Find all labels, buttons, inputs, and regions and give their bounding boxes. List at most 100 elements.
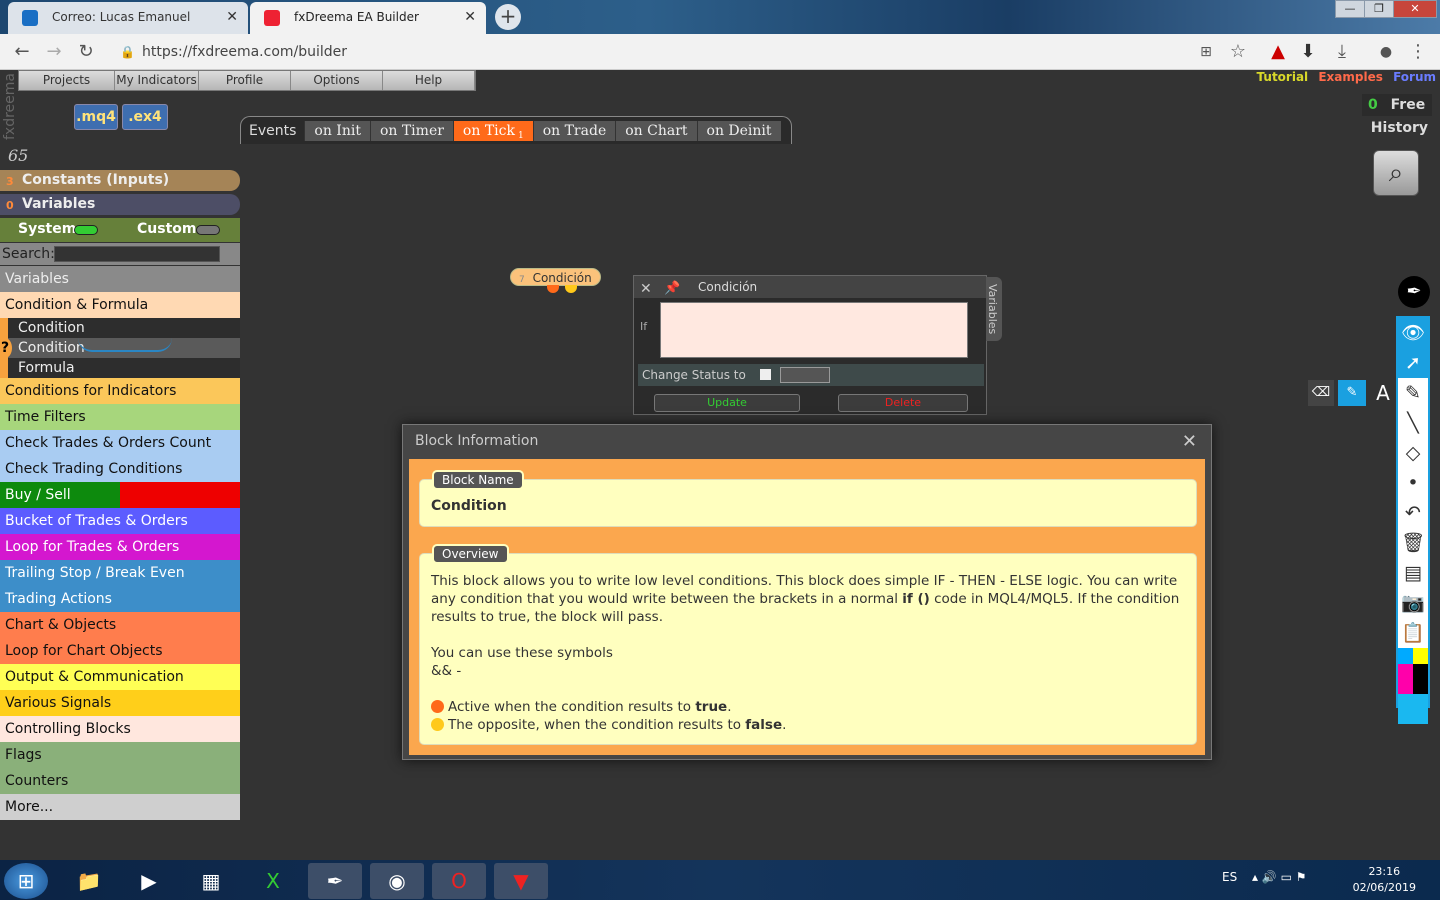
condition-textarea[interactable] — [660, 302, 968, 358]
menu-dots-icon[interactable]: ⋮ — [1406, 40, 1430, 64]
color-selected[interactable] — [1398, 694, 1428, 724]
category-check-trading-conditions[interactable]: Check Trading Conditions — [0, 456, 240, 482]
category-time-filters[interactable]: Time Filters — [0, 404, 240, 430]
camera-icon[interactable]: 📷 — [1398, 588, 1428, 618]
close-icon[interactable]: ✕ — [1182, 431, 1197, 452]
marker-icon[interactable]: ✎ — [1398, 378, 1428, 408]
menu-help[interactable]: Help — [383, 71, 475, 90]
update-button[interactable]: Update — [654, 394, 800, 412]
chrome-icon[interactable]: ◉ — [370, 863, 424, 899]
calculator-icon[interactable]: ▦ — [184, 863, 238, 899]
clock[interactable]: 23:16 02/06/2019 — [1353, 864, 1416, 896]
mq4-button[interactable]: .mq4 — [74, 104, 118, 130]
browser-tab-fxdreema[interactable]: fxDreema EA Builder ✕ — [250, 2, 486, 34]
forward-icon[interactable]: → — [42, 40, 66, 64]
undo-icon[interactable]: ↶ — [1398, 498, 1428, 528]
examples-link[interactable]: Examples — [1318, 70, 1383, 84]
category-more[interactable]: More... — [0, 794, 240, 820]
canvas-condition-block[interactable]: 7 Condición — [510, 268, 601, 293]
minimize-button[interactable]: — — [1335, 0, 1365, 18]
category-bucket[interactable]: Bucket of Trades & Orders — [0, 508, 240, 534]
tab-on-chart[interactable]: on Chart — [615, 120, 697, 141]
tray-icons[interactable]: ▴ 🔊 ▭ ⚑ — [1252, 870, 1307, 884]
eye-icon[interactable]: 👁 — [1398, 318, 1428, 348]
close-icon[interactable]: ✕ — [226, 2, 238, 32]
category-variables[interactable]: Variables — [0, 266, 240, 292]
language-indicator[interactable]: ES — [1222, 870, 1237, 884]
tab-on-timer[interactable]: on Timer — [369, 120, 453, 141]
tab-on-init[interactable]: on Init — [304, 120, 370, 141]
constants-panel[interactable]: 3 Constants (Inputs) — [0, 170, 240, 191]
url-field[interactable]: 🔒 https://fxdreema.com/builder — [110, 39, 1250, 65]
eraser-tool-icon[interactable]: ◇ — [1398, 438, 1428, 468]
forum-link[interactable]: Forum — [1393, 70, 1436, 84]
category-flags[interactable]: Flags — [0, 742, 240, 768]
category-chart-objects[interactable]: Chart & Objects — [0, 612, 240, 638]
subitem-condition-hover[interactable]: ? Condition — [0, 338, 240, 358]
category-loop-chart-objects[interactable]: Loop for Chart Objects — [0, 638, 240, 664]
color-magenta-black[interactable] — [1398, 664, 1428, 694]
help-icon[interactable]: ? — [0, 338, 12, 358]
variables-side-tab[interactable]: Variables — [986, 277, 1002, 341]
search-input[interactable] — [54, 246, 220, 262]
cursor-icon[interactable]: ➚ — [1398, 348, 1428, 378]
custom-toggle[interactable] — [196, 225, 220, 235]
media-player-icon[interactable]: ▶ — [122, 863, 176, 899]
star-icon[interactable]: ☆ — [1226, 40, 1250, 64]
tab-on-tick[interactable]: on Tick 1 — [452, 120, 533, 141]
category-counters[interactable]: Counters — [0, 768, 240, 794]
menu-options[interactable]: Options — [291, 71, 383, 90]
fxdreema-taskbar-icon[interactable]: ▼ — [494, 863, 548, 899]
dot-size-icon[interactable]: • — [1398, 468, 1428, 498]
system-toggle[interactable] — [74, 225, 98, 235]
close-icon[interactable]: ✕ — [640, 278, 652, 300]
tab-on-deinit[interactable]: on Deinit — [696, 120, 781, 141]
category-check-trades-count[interactable]: Check Trades & Orders Count — [0, 430, 240, 456]
category-trailing-stop[interactable]: Trailing Stop / Break Even — [0, 560, 240, 586]
category-buy-sell[interactable]: Buy / Sell — [0, 482, 240, 508]
excel-icon[interactable]: X — [246, 863, 300, 899]
start-button[interactable]: ⊞ — [4, 863, 48, 899]
menu-profile[interactable]: Profile — [199, 71, 291, 90]
opera-icon[interactable]: O — [432, 863, 486, 899]
translate-icon[interactable]: ⊞ — [1194, 40, 1218, 64]
category-output[interactable]: Output & Communication — [0, 664, 240, 690]
menu-my-indicators[interactable]: My Indicators — [115, 71, 199, 90]
category-controlling-blocks[interactable]: Controlling Blocks — [0, 716, 240, 742]
pen-tool-icon[interactable]: ✒ — [1398, 276, 1430, 308]
eraser-icon[interactable]: ⌫ — [1308, 380, 1334, 406]
category-loop-trades[interactable]: Loop for Trades & Orders — [0, 534, 240, 560]
category-trading-actions[interactable]: Trading Actions — [0, 586, 240, 612]
avatar[interactable]: ● — [1374, 40, 1398, 64]
tab-on-trade[interactable]: on Trade — [532, 120, 616, 141]
explorer-icon[interactable]: 📁 — [62, 863, 116, 899]
download-icon[interactable]: ⤓ — [1330, 40, 1354, 64]
download-arrow-icon[interactable]: ⬇ — [1296, 40, 1320, 64]
menu-projects[interactable]: Projects — [19, 71, 115, 90]
clipboard-icon[interactable]: 📋 — [1398, 618, 1428, 648]
subitem-condition[interactable]: Condition — [0, 318, 240, 338]
close-icon[interactable]: ✕ — [464, 2, 476, 32]
history-button[interactable]: History — [1371, 120, 1428, 136]
back-icon[interactable]: ← — [10, 40, 34, 64]
browser-tab-mail[interactable]: Correo: Lucas Emanuel Martinez ✕ — [8, 2, 248, 54]
pdf-icon[interactable]: ▲ — [1266, 40, 1290, 64]
variables-panel[interactable]: 0 Variables — [0, 194, 240, 215]
status-checkbox[interactable] — [760, 369, 771, 380]
category-condition-formula[interactable]: Condition & Formula — [0, 292, 240, 318]
pin-icon[interactable]: 📌 — [664, 278, 680, 300]
trash-icon[interactable]: 🗑 — [1398, 528, 1428, 558]
subitem-formula[interactable]: Formula — [0, 358, 240, 378]
board-icon[interactable]: ▤ — [1398, 558, 1428, 588]
ex4-button[interactable]: .ex4 — [122, 104, 168, 130]
maximize-button[interactable]: ❐ — [1364, 0, 1394, 18]
tutorial-link[interactable]: Tutorial — [1257, 70, 1309, 84]
highlighter-icon[interactable]: ✎ — [1338, 380, 1366, 406]
category-various-signals[interactable]: Various Signals — [0, 690, 240, 716]
text-tool-icon[interactable]: A — [1370, 380, 1396, 406]
pen-app-icon[interactable]: ✒ — [308, 863, 362, 899]
zoom-icon[interactable]: ⌕ — [1373, 150, 1419, 196]
category-conditions-indicators[interactable]: Conditions for Indicators — [0, 378, 240, 404]
close-window-button[interactable]: ✕ — [1393, 0, 1437, 18]
reload-icon[interactable]: ↻ — [74, 40, 98, 64]
